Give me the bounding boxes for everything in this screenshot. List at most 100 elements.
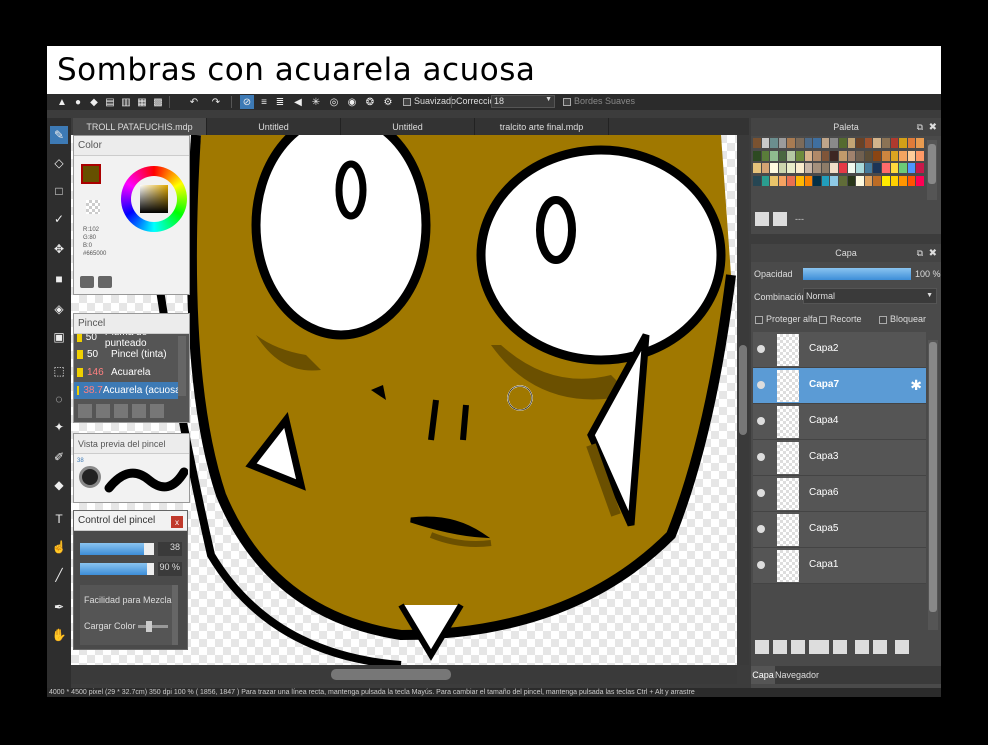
brush-item[interactable]: 146 Acuarela	[74, 364, 174, 381]
palette-swatch[interactable]	[890, 150, 899, 161]
divide-tool-icon[interactable]: ╱	[50, 566, 68, 584]
layer-settings-icon[interactable]: ✱	[910, 377, 922, 394]
palette-swatch[interactable]	[916, 150, 924, 161]
select-rect-tool-icon[interactable]: ⬚	[50, 362, 68, 380]
lock-toggle[interactable]: Bloquear	[879, 314, 926, 324]
palette-swatch[interactable]	[804, 138, 813, 148]
layer-row[interactable]: Capa3	[753, 440, 926, 476]
opacity-slider[interactable]	[80, 563, 154, 575]
snap-curve-icon[interactable]: ◉	[345, 95, 359, 109]
palette-swatch[interactable]	[770, 175, 778, 186]
palette-swatch[interactable]	[821, 175, 830, 186]
brush-tool-icon[interactable]: ✎	[50, 126, 68, 144]
layer-row-selected[interactable]: Capa7 ✱	[753, 368, 926, 404]
lasso-tool-icon[interactable]: ◌	[50, 390, 68, 408]
lasso-icon[interactable]: ●	[71, 95, 85, 109]
palette-swatch[interactable]	[864, 175, 873, 186]
current-color-swatch[interactable]	[81, 164, 101, 184]
close-icon[interactable]: x	[171, 516, 183, 528]
redo-icon[interactable]: ↷	[209, 95, 223, 109]
palette-swatch[interactable]	[770, 163, 778, 173]
eye-icon[interactable]	[757, 561, 765, 569]
snap-vanish-icon[interactable]: ◀	[291, 95, 305, 109]
layer-row[interactable]: Capa6	[753, 476, 926, 512]
size-value[interactable]: 38	[158, 542, 182, 556]
palette-swatch[interactable]	[787, 138, 795, 148]
palette-swatch[interactable]	[839, 163, 847, 173]
text-bubble-icon[interactable]: ▤	[103, 95, 117, 109]
palette-swatch[interactable]	[821, 138, 830, 148]
palette-swatch[interactable]	[787, 175, 795, 186]
dot-tool-icon[interactable]: □	[50, 182, 68, 200]
opacity-value[interactable]: 90 %	[158, 562, 182, 576]
snap-off-icon[interactable]: ⊘	[240, 95, 254, 109]
palette-swatch[interactable]	[761, 163, 770, 173]
layer-row[interactable]: Capa5	[753, 512, 926, 548]
palette-swatch[interactable]	[873, 175, 881, 186]
popout-icon[interactable]: ⧉	[917, 248, 923, 259]
palette-swatch[interactable]	[856, 150, 864, 161]
palette-scrollbar[interactable]	[927, 140, 937, 200]
palette-swatch[interactable]	[787, 150, 795, 161]
palette-toggle-icon[interactable]	[80, 276, 94, 288]
popout-icon[interactable]: ⧉	[917, 122, 923, 133]
palette-scroll-thumb[interactable]	[928, 144, 936, 184]
new-palette-icon[interactable]	[755, 212, 769, 226]
eye-icon[interactable]	[757, 417, 765, 425]
clip-checkbox[interactable]	[819, 315, 827, 324]
palette-swatch[interactable]	[813, 150, 821, 161]
palette-swatch[interactable]	[813, 138, 821, 148]
vertical-scroll-thumb[interactable]	[739, 345, 747, 435]
canvas-horizontal-scrollbar[interactable]	[71, 665, 737, 684]
snap-parallel-icon[interactable]: ≡	[257, 95, 271, 109]
layer-scrollbar[interactable]	[928, 340, 938, 630]
palette-swatch[interactable]	[907, 138, 916, 148]
palette-swatch[interactable]	[778, 175, 787, 186]
palette-swatch[interactable]	[907, 150, 916, 161]
palette-swatch[interactable]	[899, 175, 907, 186]
operation-tool-icon[interactable]: ☝	[50, 538, 68, 556]
duplicate-layer-icon[interactable]	[855, 640, 869, 654]
palette-swatch[interactable]	[907, 175, 916, 186]
eyedropper-mini-icon[interactable]	[98, 276, 112, 288]
palette-swatch[interactable]	[916, 175, 924, 186]
palette-swatch[interactable]	[907, 163, 916, 173]
palette-swatch[interactable]	[796, 175, 804, 186]
size-slider[interactable]	[80, 543, 154, 555]
add-layer-dropdown-icon[interactable]	[809, 640, 829, 654]
palette-swatch[interactable]	[916, 163, 924, 173]
brush-settings-icon[interactable]	[132, 404, 146, 418]
canvas-vertical-scrollbar[interactable]	[737, 135, 749, 665]
palette-swatch[interactable]	[830, 150, 838, 161]
tab-document[interactable]: TROLL PATAFUCHIS.mdp	[73, 118, 207, 135]
palette-swatch[interactable]	[804, 150, 813, 161]
palette-swatch[interactable]	[847, 138, 856, 148]
hue-wheel[interactable]	[121, 166, 187, 232]
tab-document[interactable]: Untitled	[341, 118, 475, 135]
saturation-square[interactable]	[140, 185, 168, 213]
merge-down-icon[interactable]	[873, 640, 887, 654]
load-color-slider[interactable]	[138, 621, 168, 632]
bucket-tool-icon[interactable]: ◈	[50, 300, 68, 318]
soft-edges-checkbox[interactable]	[563, 97, 571, 106]
move-tool-icon[interactable]: ✥	[50, 240, 68, 258]
palette-swatch[interactable]	[839, 150, 847, 161]
brush-add-icon[interactable]	[78, 404, 92, 418]
tab-capa[interactable]: Capa	[751, 666, 775, 684]
layer-row[interactable]: Capa2	[753, 332, 926, 368]
close-icon[interactable]: ✖	[929, 248, 937, 259]
palette-swatch[interactable]	[753, 163, 761, 173]
drawing-canvas[interactable]: Color R:102 G:80 B:0 #665000 Pincel 50 p…	[71, 135, 737, 665]
palette-swatch[interactable]	[847, 150, 856, 161]
lock-checkbox[interactable]	[879, 315, 887, 324]
brush-list-scrollbar[interactable]	[178, 336, 186, 396]
palette-swatch[interactable]	[890, 175, 899, 186]
tab-navegador[interactable]: Navegador	[775, 666, 819, 684]
palette-swatch[interactable]	[873, 138, 881, 148]
protect-alpha-checkbox[interactable]	[755, 315, 763, 324]
brush-item[interactable]: 50Pluma de punteado	[74, 334, 174, 349]
palette-swatch[interactable]	[873, 163, 881, 173]
brush-folder-icon[interactable]	[150, 404, 164, 418]
new-8bit-layer-icon[interactable]	[791, 640, 805, 654]
eraser-tool-icon[interactable]: ◇	[50, 154, 68, 172]
